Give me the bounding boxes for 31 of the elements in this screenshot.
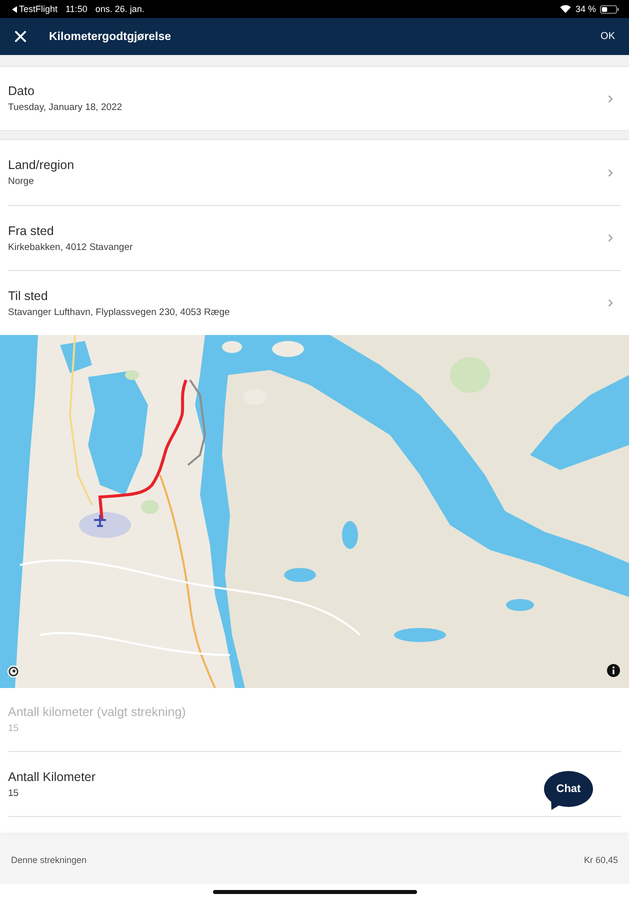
chevron-right-icon[interactable] [608,299,613,307]
info-icon[interactable] [607,664,620,677]
battery-percent: 34 % [575,4,596,14]
field-value: Tuesday, January 18, 2022 [8,102,122,114]
back-to-app-link[interactable]: TestFlight [12,4,58,14]
chevron-right-icon[interactable] [608,94,613,102]
field-value: Kirkebakken, 4012 Stavanger [8,242,133,254]
airplane-icon [93,514,107,528]
screen-title: Kilometergodtgjørelse [49,30,172,42]
chevron-right-icon[interactable] [608,168,613,176]
field-value: Stavanger Lufthavn, Flyplassvegen 230, 4053 Ræge [8,306,230,318]
field-label: Antall kilometer (valgt strekning) [8,704,186,720]
wifi-icon [560,5,572,13]
battery-icon [600,4,619,14]
field-label: Antall Kilometer [8,768,96,784]
close-icon[interactable] [15,31,26,42]
field-label: Fra sted [8,222,54,238]
clock-time: 11:50 [66,4,88,14]
map-logo-icon[interactable] [7,665,20,678]
field-label: Til sted [8,288,48,304]
ok-button[interactable]: OK [598,29,617,44]
back-triangle-icon [12,6,17,12]
status-date: ons. 26. jan. [95,4,144,14]
field-label: Dato [8,83,34,99]
field-value: 15 [8,723,19,735]
total-label: Denne strekningen [11,854,87,864]
field-value: 15 [8,788,19,800]
field-label: Land/region [8,157,74,173]
field-value: Norge [8,176,34,188]
total-amount: Kr 60,45 [584,854,618,864]
chevron-right-icon[interactable] [608,234,613,242]
